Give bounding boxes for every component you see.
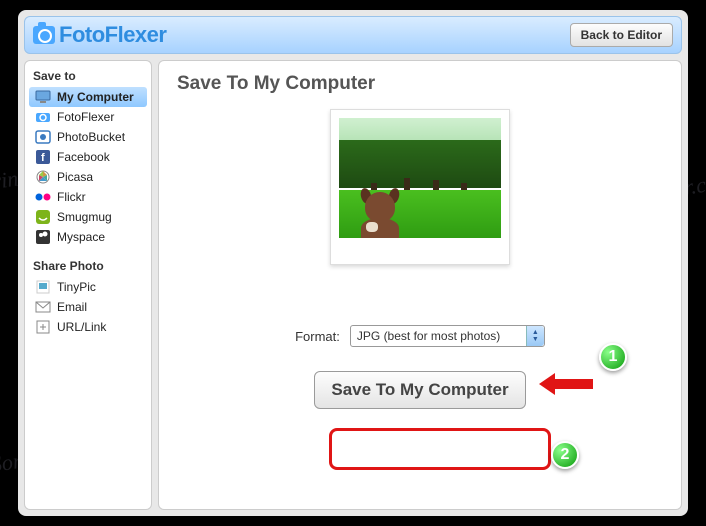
preview-image xyxy=(339,118,501,238)
main-panel: Save To My Computer xyxy=(158,60,682,510)
flickr-icon xyxy=(35,190,51,204)
annotation-callout-2: 2 xyxy=(551,441,579,469)
email-icon xyxy=(35,300,51,314)
sidebar-item-label: Myspace xyxy=(57,230,105,244)
annotation-highlight-save xyxy=(329,428,551,470)
sidebar-item-facebook[interactable]: f Facebook xyxy=(29,147,147,167)
brand-logo: FotoFlexer xyxy=(33,22,166,48)
back-to-editor-button[interactable]: Back to Editor xyxy=(570,23,673,47)
smugmug-icon xyxy=(35,210,51,224)
sidebar-item-flickr[interactable]: Flickr xyxy=(29,187,147,207)
sidebar-item-label: Picasa xyxy=(57,170,93,184)
sidebar-item-myspace[interactable]: Myspace xyxy=(29,227,147,247)
sidebar-item-my-computer[interactable]: My Computer xyxy=(29,87,147,107)
sidebar-item-label: PhotoBucket xyxy=(57,130,125,144)
sidebar: Save to My Computer FotoFlexer PhotoBuck… xyxy=(24,60,152,510)
sidebar-item-label: Flickr xyxy=(57,190,86,204)
tinypic-icon xyxy=(35,280,51,294)
app-window: FotoFlexer Back to Editor Save to My Com… xyxy=(18,10,688,516)
sidebar-item-label: TinyPic xyxy=(57,280,96,294)
sidebar-item-tinypic[interactable]: TinyPic xyxy=(29,277,147,297)
sidebar-item-url-link[interactable]: URL/Link xyxy=(29,317,147,337)
picasa-icon xyxy=(35,170,51,184)
annotation-callout-1: 1 xyxy=(599,343,627,371)
content-area: Save to My Computer FotoFlexer PhotoBuck… xyxy=(24,60,682,510)
photobucket-icon xyxy=(35,130,51,144)
page-title: Save To My Computer xyxy=(177,73,663,95)
myspace-icon xyxy=(35,230,51,244)
format-row: Format: JPG (best for most photos) ▲▼ xyxy=(177,325,663,347)
facebook-icon: f xyxy=(35,150,51,164)
svg-text:f: f xyxy=(41,152,45,164)
sidebar-item-label: Smugmug xyxy=(57,210,112,224)
save-to-computer-button[interactable]: Save To My Computer xyxy=(314,371,525,409)
sidebar-item-fotoflexer[interactable]: FotoFlexer xyxy=(29,107,147,127)
link-icon xyxy=(35,320,51,334)
format-select[interactable]: JPG (best for most photos) ▲▼ xyxy=(350,325,545,347)
annotation-arrow xyxy=(553,379,593,389)
sidebar-item-label: URL/Link xyxy=(57,320,106,334)
sidebar-item-label: My Computer xyxy=(57,90,134,104)
app-header: FotoFlexer Back to Editor xyxy=(24,16,682,54)
camera-icon xyxy=(33,26,55,44)
format-selected-value: JPG (best for most photos) xyxy=(357,329,500,343)
sidebar-item-email[interactable]: Email xyxy=(29,297,147,317)
sidebar-item-label: FotoFlexer xyxy=(57,110,114,124)
sidebar-item-smugmug[interactable]: Smugmug xyxy=(29,207,147,227)
sidebar-item-picasa[interactable]: Picasa xyxy=(29,167,147,187)
chevron-updown-icon: ▲▼ xyxy=(526,326,544,346)
format-label: Format: xyxy=(295,329,340,344)
sidebar-item-label: Facebook xyxy=(57,150,110,164)
share-photo-heading: Share Photo xyxy=(29,257,147,277)
sidebar-item-photobucket[interactable]: PhotoBucket xyxy=(29,127,147,147)
camera-icon xyxy=(35,110,51,124)
preview-frame xyxy=(330,109,510,265)
save-to-heading: Save to xyxy=(29,67,147,87)
brand-name: FotoFlexer xyxy=(59,22,166,48)
monitor-icon xyxy=(35,90,51,104)
sidebar-item-label: Email xyxy=(57,300,87,314)
